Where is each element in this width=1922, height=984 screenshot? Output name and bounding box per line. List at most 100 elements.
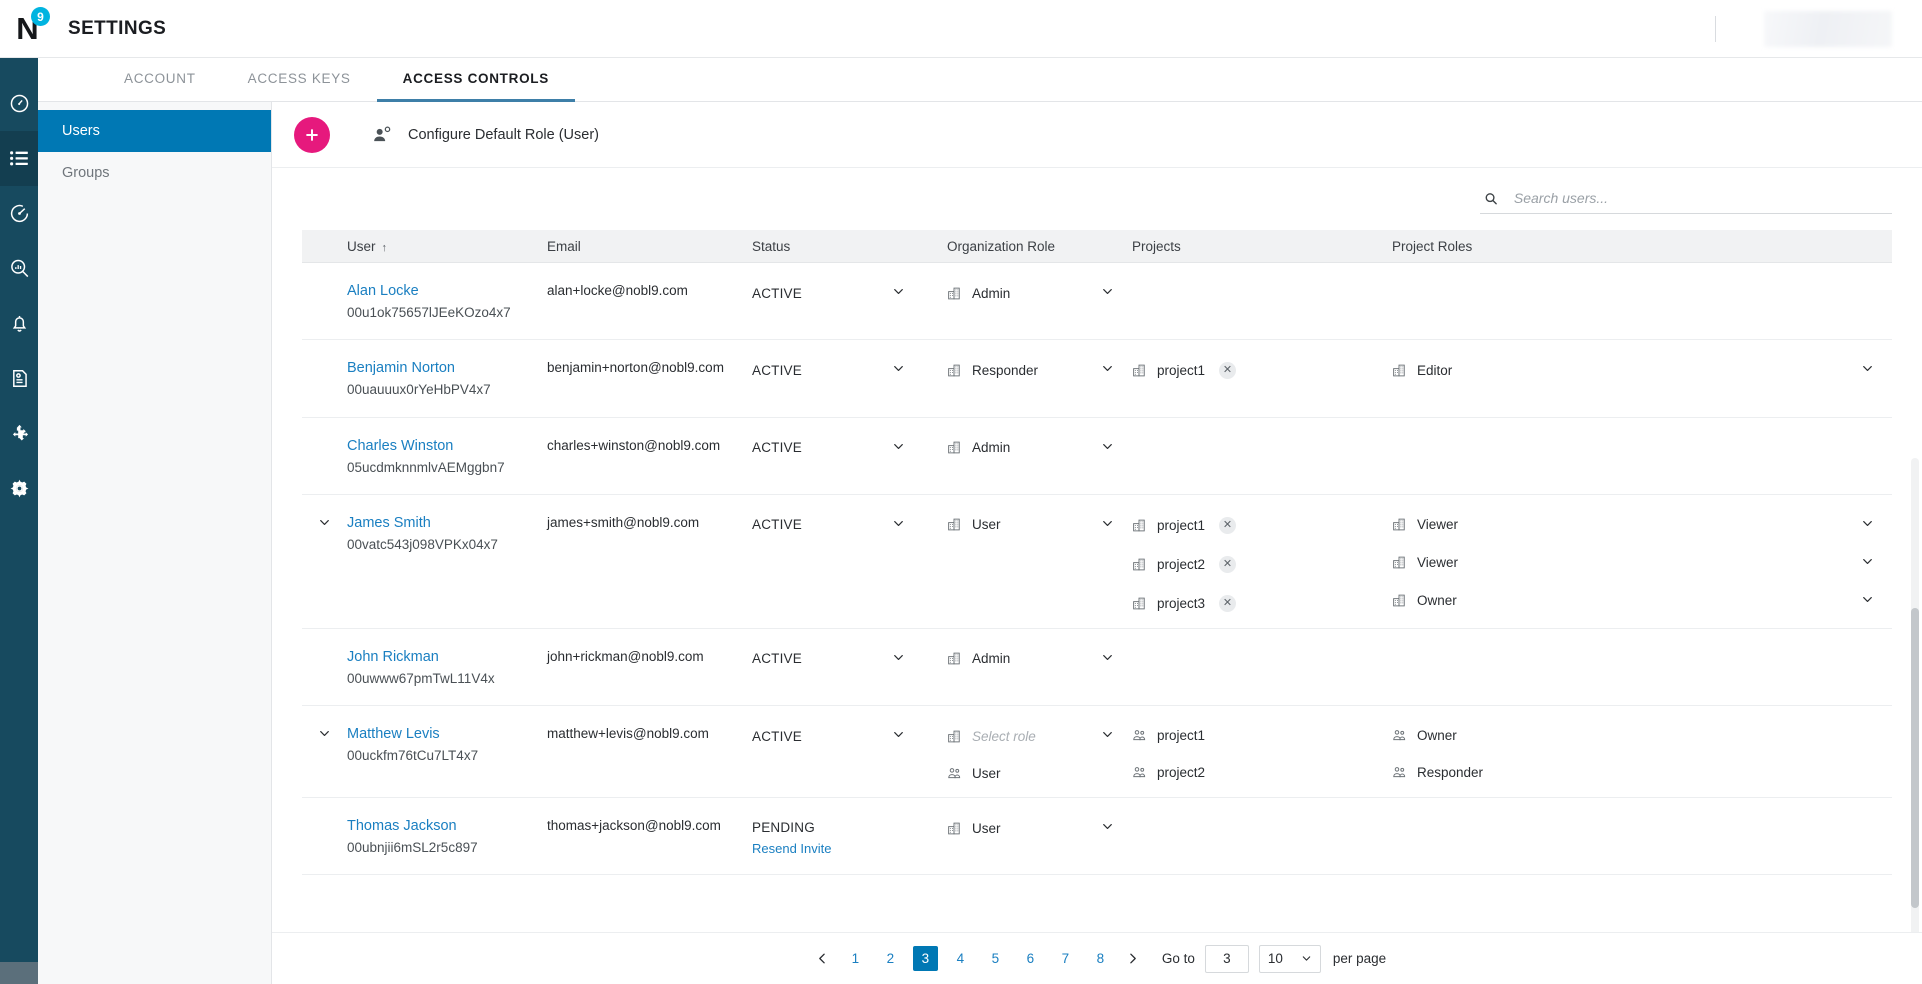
status-select[interactable]: ACTIVE (752, 651, 947, 667)
column-header-status[interactable]: Status (752, 239, 947, 254)
column-header-user[interactable]: User ↑ (302, 239, 547, 254)
settings-page: N 9 SETTINGS ACCOUNT ACCESS KEYS ACCESS … (0, 0, 1922, 984)
project-role-dropdown-toggle[interactable] (1861, 517, 1874, 533)
org-building-icon (1392, 363, 1407, 378)
expand-row-toggle[interactable] (302, 513, 347, 529)
add-user-button[interactable] (294, 116, 330, 153)
pagination-page-6[interactable]: 6 (1018, 946, 1043, 971)
goto-page-input[interactable] (1204, 944, 1249, 973)
rail-item-service-health[interactable] (0, 76, 38, 131)
project-chip: project2 ✕ (1132, 555, 1392, 573)
user-name-link[interactable]: John Rickman (347, 647, 495, 668)
status-dropdown-toggle[interactable] (892, 728, 905, 744)
tab-access-controls[interactable]: ACCESS CONTROLS (376, 58, 575, 102)
rail-item-reports[interactable] (0, 351, 38, 406)
status-dropdown-toggle[interactable] (892, 362, 905, 378)
status-select[interactable]: PENDING (752, 820, 947, 835)
resend-invite-link[interactable]: Resend Invite (752, 841, 947, 856)
users-table-wrap: User ↑ Email Status Organization Role Pro… (272, 230, 1922, 932)
project-role-select[interactable]: Owner (1392, 593, 1892, 609)
status-select[interactable]: ACTIVE (752, 440, 947, 456)
project-role-value: Editor (1417, 362, 1453, 378)
user-name-link[interactable]: James Smith (347, 513, 498, 534)
column-header-project-roles[interactable]: Project Roles (1392, 239, 1892, 254)
column-header-organization-role[interactable]: Organization Role (947, 239, 1132, 254)
table-scrollbar[interactable] (1911, 458, 1919, 932)
organization-role-dropdown-toggle[interactable] (1101, 651, 1114, 667)
status-badge: ACTIVE (752, 651, 802, 667)
tab-access-keys[interactable]: ACCESS KEYS (222, 58, 377, 102)
organization-role-select[interactable]: User (947, 766, 1132, 781)
remove-project-icon[interactable]: ✕ (1219, 516, 1237, 534)
project-role-select[interactable]: Editor (1392, 362, 1892, 378)
configure-default-role-button[interactable]: Configure Default Role (User) (372, 125, 599, 145)
organization-role-dropdown-toggle[interactable] (1101, 362, 1114, 378)
pagination-prev-button[interactable] (808, 944, 838, 974)
table-row: Benjamin Norton 00uauuux0rYeHbPV4x7 benjam… (302, 340, 1892, 418)
status-select[interactable]: ACTIVE (752, 728, 947, 744)
user-name-link[interactable]: Matthew Levis (347, 724, 478, 745)
remove-project-icon[interactable]: ✕ (1219, 594, 1237, 612)
organization-role-dropdown-toggle[interactable] (1101, 728, 1114, 744)
organization-role-select[interactable]: Admin (947, 440, 1132, 456)
project-role-select[interactable]: Owner (1392, 728, 1892, 743)
pagination-page-5[interactable]: 5 (983, 946, 1008, 971)
organization-role-select[interactable]: User (947, 820, 1132, 836)
status-dropdown-toggle[interactable] (892, 517, 905, 533)
nobl9-logo[interactable]: N 9 (8, 7, 50, 44)
pagination-page-8[interactable]: 8 (1088, 946, 1113, 971)
column-header-email[interactable]: Email (547, 239, 752, 254)
tab-account[interactable]: ACCOUNT (98, 58, 222, 102)
status-select[interactable]: ACTIVE (752, 517, 947, 533)
organization-role-dropdown-toggle[interactable] (1101, 517, 1114, 533)
organization-role-dropdown-toggle[interactable] (1101, 820, 1114, 836)
table-scrollbar-thumb[interactable] (1911, 608, 1919, 908)
organization-role-dropdown-toggle[interactable] (1101, 440, 1114, 456)
user-name-link[interactable]: Thomas Jackson (347, 816, 478, 837)
pagination-page-7[interactable]: 7 (1053, 946, 1078, 971)
organization-role-select[interactable]: Admin (947, 651, 1132, 667)
rail-item-settings[interactable] (0, 461, 38, 516)
remove-project-icon[interactable]: ✕ (1219, 555, 1237, 573)
status-select[interactable]: ACTIVE (752, 285, 947, 301)
project-role-select[interactable]: Viewer (1392, 517, 1892, 533)
user-name-link[interactable]: Alan Locke (347, 281, 511, 302)
user-name-link[interactable]: Charles Winston (347, 436, 505, 457)
organization-role-select[interactable]: Responder (947, 362, 1132, 378)
status-dropdown-toggle[interactable] (892, 651, 905, 667)
organization-role-dropdown-toggle[interactable] (1101, 285, 1114, 301)
search-box[interactable] (1480, 184, 1892, 214)
project-role-select[interactable]: Viewer (1392, 555, 1892, 571)
user-name-link[interactable]: Benjamin Norton (347, 358, 491, 379)
rail-item-integrations[interactable] (0, 406, 38, 461)
pagination-page-4[interactable]: 4 (948, 946, 973, 971)
rail-item-slo-list[interactable] (0, 131, 38, 186)
pagination-page-2[interactable]: 2 (878, 946, 903, 971)
per-page-select[interactable]: 10 (1258, 944, 1321, 973)
project-role-dropdown-toggle[interactable] (1861, 362, 1874, 378)
status-dropdown-toggle[interactable] (892, 285, 905, 301)
pagination-page-3[interactable]: 3 (912, 946, 938, 971)
status-dropdown-toggle[interactable] (892, 440, 905, 456)
project-role-select[interactable]: Responder (1392, 765, 1892, 780)
rail-item-alerts[interactable] (0, 296, 38, 351)
search-input[interactable] (1513, 190, 1888, 206)
project-role-dropdown-toggle[interactable] (1861, 555, 1874, 571)
rail-item-analytics[interactable] (0, 241, 38, 296)
organization-role-select[interactable]: Select role (947, 728, 1132, 744)
subnav-item-users[interactable]: Users (38, 110, 271, 152)
rail-item-slo-targets[interactable] (0, 186, 38, 241)
account-menu-redacted[interactable] (1764, 10, 1892, 47)
pagination-page-1[interactable]: 1 (843, 946, 868, 971)
pagination-pages: 12345678 (838, 946, 1118, 971)
column-header-projects[interactable]: Projects (1132, 239, 1392, 254)
project-role-dropdown-toggle[interactable] (1861, 593, 1874, 609)
chevron-down-icon (1103, 289, 1112, 294)
pagination-next-button[interactable] (1118, 944, 1148, 974)
status-select[interactable]: ACTIVE (752, 362, 947, 378)
subnav-item-groups[interactable]: Groups (38, 152, 271, 194)
organization-role-select[interactable]: Admin (947, 285, 1132, 301)
expand-row-toggle[interactable] (302, 724, 347, 740)
organization-role-select[interactable]: User (947, 517, 1132, 533)
remove-project-icon[interactable]: ✕ (1219, 362, 1237, 380)
